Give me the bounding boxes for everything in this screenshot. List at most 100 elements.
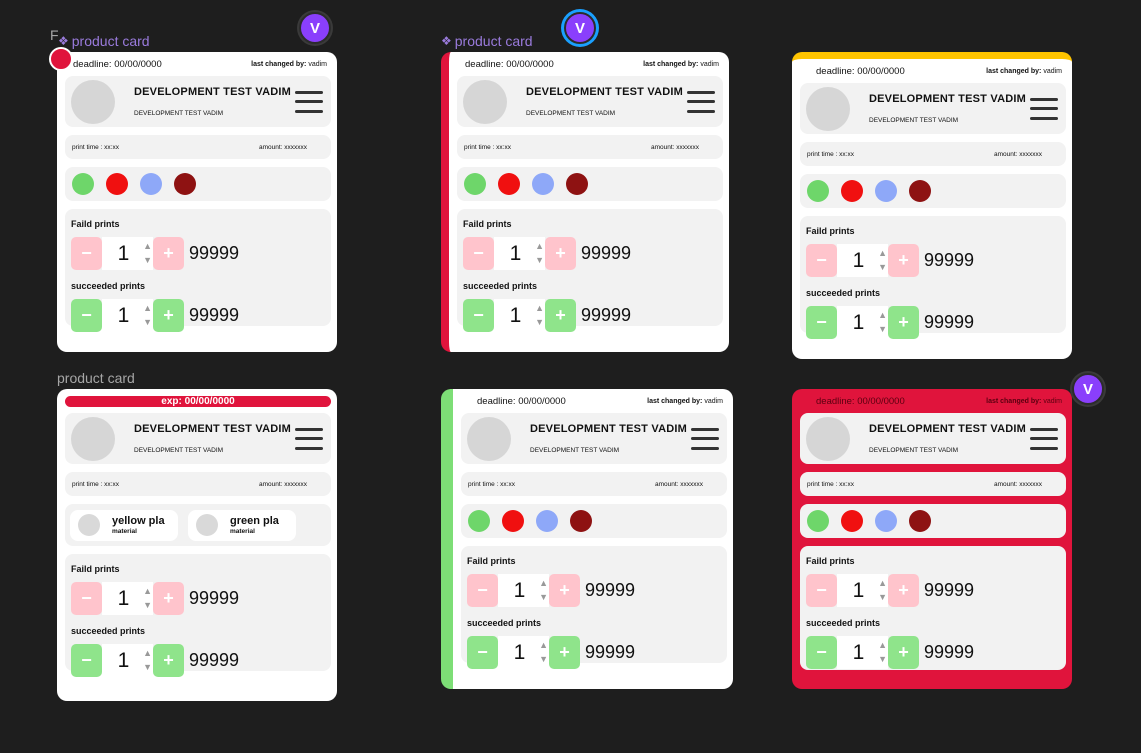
product-avatar [806, 86, 850, 131]
succeeded-minus-button[interactable]: − [71, 644, 102, 677]
product-card-1[interactable]: deadline: 00/00/0000 last changed by: va… [57, 52, 337, 352]
color-swatch-red[interactable] [502, 510, 524, 532]
failed-plus-button[interactable]: + [153, 237, 184, 270]
failed-minus-button[interactable]: − [71, 237, 102, 270]
product-card-3[interactable]: deadline: 00/00/0000 last changed by: va… [792, 52, 1072, 359]
succeeded-plus-button[interactable]: + [153, 299, 184, 332]
color-swatch-blue[interactable] [532, 173, 554, 195]
succeeded-minus-button[interactable]: − [806, 636, 837, 669]
succeeded-plus-button[interactable]: + [888, 306, 919, 339]
product-card-6[interactable]: deadline: 00/00/0000 last changed by: va… [792, 389, 1072, 689]
hamburger-menu-icon[interactable] [295, 90, 323, 113]
color-swatch-red[interactable] [841, 180, 863, 202]
color-swatch-red[interactable] [841, 510, 863, 532]
spin-arrows-icon[interactable]: ▲ ▼ [143, 239, 152, 267]
color-swatch-red[interactable] [498, 173, 520, 195]
failed-minus-button[interactable]: − [806, 574, 837, 607]
color-swatch-blue[interactable] [875, 510, 897, 532]
color-swatch-maroon[interactable] [570, 510, 592, 532]
color-swatch-maroon[interactable] [909, 510, 931, 532]
succeeded-value-input[interactable]: 1 ▲ ▼ [494, 299, 545, 332]
spin-arrows-icon[interactable]: ▲ ▼ [878, 308, 887, 336]
failed-value-input[interactable]: 1 ▲ ▼ [837, 244, 888, 277]
color-swatch-maroon[interactable] [909, 180, 931, 202]
color-swatch-blue[interactable] [875, 180, 897, 202]
product-card-2[interactable]: deadline: 00/00/0000 last changed by: va… [441, 52, 729, 352]
failed-plus-button[interactable]: + [549, 574, 580, 607]
failed-value-input[interactable]: 1 ▲ ▼ [494, 237, 545, 270]
spin-arrows-icon[interactable]: ▲ ▼ [143, 301, 152, 329]
succeeded-count: 99999 [189, 305, 240, 325]
failed-minus-button[interactable]: − [71, 582, 102, 615]
failed-minus-button[interactable]: − [806, 244, 837, 277]
succeeded-value-input[interactable]: 1 ▲ ▼ [102, 644, 153, 677]
succeeded-value-input[interactable]: 1 ▲ ▼ [837, 306, 888, 339]
color-swatch-green[interactable] [72, 173, 94, 195]
succeeded-minus-button[interactable]: − [463, 299, 494, 332]
color-swatch-green[interactable] [464, 173, 486, 195]
selection-indicator[interactable] [49, 47, 73, 71]
spin-arrows-icon[interactable]: ▲ ▼ [878, 576, 887, 604]
failed-plus-button[interactable]: + [545, 237, 576, 270]
frame-label-text: product card [57, 370, 135, 386]
failed-value-input[interactable]: 1 ▲ ▼ [498, 574, 549, 607]
failed-plus-button[interactable]: + [888, 244, 919, 277]
succeeded-minus-button[interactable]: − [806, 306, 837, 339]
succeeded-plus-button[interactable]: + [888, 636, 919, 669]
color-swatch-maroon[interactable] [174, 173, 196, 195]
succeeded-value-input[interactable]: 1 ▲ ▼ [102, 299, 153, 332]
color-swatch-maroon[interactable] [566, 173, 588, 195]
color-swatch-blue[interactable] [140, 173, 162, 195]
frame-label-product-card-3[interactable]: product card [57, 370, 135, 386]
spin-arrows-icon[interactable]: ▲ ▼ [535, 301, 544, 329]
failed-plus-button[interactable]: + [888, 574, 919, 607]
failed-prints-label: Faild prints [463, 219, 512, 229]
material-chip[interactable]: green pla material [188, 509, 296, 541]
failed-minus-button[interactable]: − [467, 574, 498, 607]
failed-value-input[interactable]: 1 ▲ ▼ [102, 582, 153, 615]
succeeded-prints-stepper: − 1 ▲ ▼ + 99999 [71, 644, 331, 677]
succeeded-prints-label: succeeded prints [71, 281, 146, 291]
last-changed-text: last changed by: vadim [647, 398, 723, 405]
failed-plus-button[interactable]: + [153, 582, 184, 615]
succeeded-minus-button[interactable]: − [71, 299, 102, 332]
succeeded-value-input[interactable]: 1 ▲ ▼ [837, 636, 888, 669]
succeeded-plus-button[interactable]: + [549, 636, 580, 669]
spin-arrows-icon[interactable]: ▲ ▼ [535, 239, 544, 267]
material-type: material [230, 528, 255, 535]
failed-minus-button[interactable]: − [463, 237, 494, 270]
spin-arrows-icon[interactable]: ▲ ▼ [143, 584, 152, 612]
frame-label-product-card-1[interactable]: ❖ product card [58, 33, 150, 49]
color-swatch-green[interactable] [807, 180, 829, 202]
hamburger-menu-icon[interactable] [295, 427, 323, 450]
color-swatch-green[interactable] [807, 510, 829, 532]
spin-arrows-icon[interactable]: ▲ ▼ [878, 638, 887, 666]
succeeded-plus-button[interactable]: + [153, 644, 184, 677]
color-swatch-red[interactable] [106, 173, 128, 195]
succeeded-prints-label: succeeded prints [806, 618, 881, 628]
color-swatch-green[interactable] [468, 510, 490, 532]
failed-value-input[interactable]: 1 ▲ ▼ [837, 574, 888, 607]
spin-arrows-icon[interactable]: ▲ ▼ [539, 576, 548, 604]
hamburger-menu-icon[interactable] [1030, 97, 1058, 120]
collaborator-avatar-active[interactable]: V [564, 12, 596, 44]
hamburger-menu-icon[interactable] [1030, 427, 1058, 450]
collaborator-avatar[interactable]: V [1072, 373, 1104, 405]
product-card-4[interactable]: exp: 00/00/0000 DEVELOPMENT TEST VADIM DE… [57, 389, 337, 701]
succeeded-plus-button[interactable]: + [545, 299, 576, 332]
failed-value-input[interactable]: 1 ▲ ▼ [102, 237, 153, 270]
spin-arrows-icon[interactable]: ▲ ▼ [878, 246, 887, 274]
prints-section: Faild prints − 1 ▲ ▼ + 99999 succeeded pri… [65, 209, 331, 332]
hamburger-menu-icon[interactable] [687, 90, 715, 113]
deadline-text: deadline: 00/00/0000 [73, 58, 162, 70]
hamburger-menu-icon[interactable] [691, 427, 719, 450]
product-card-5[interactable]: deadline: 00/00/0000 last changed by: va… [441, 389, 733, 689]
spin-arrows-icon[interactable]: ▲ ▼ [143, 646, 152, 674]
frame-label-product-card-2[interactable]: ❖ product card [441, 33, 533, 49]
spin-arrows-icon[interactable]: ▲ ▼ [539, 638, 548, 666]
color-swatch-blue[interactable] [536, 510, 558, 532]
succeeded-minus-button[interactable]: − [467, 636, 498, 669]
succeeded-value-input[interactable]: 1 ▲ ▼ [498, 636, 549, 669]
collaborator-avatar[interactable]: V [299, 12, 331, 44]
material-chip[interactable]: yellow pla material [70, 509, 178, 541]
